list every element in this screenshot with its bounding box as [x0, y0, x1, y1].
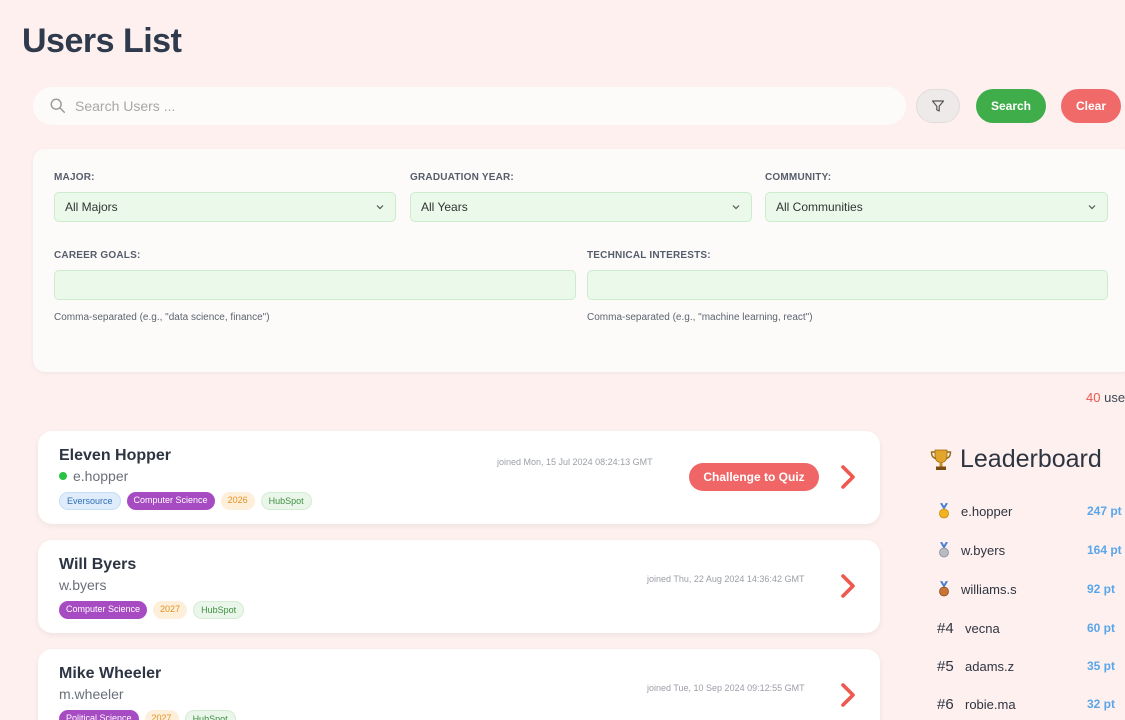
- career-goals-label: CAREER GOALS:: [54, 250, 141, 261]
- user-handle: e.hopper: [59, 468, 128, 484]
- user-name: Will Byers: [59, 556, 137, 573]
- major-label: MAJOR:: [54, 172, 95, 183]
- user-card[interactable]: Will Byers w.byers Computer Science 2027…: [38, 540, 880, 633]
- user-tags: Eversource Computer Science 2026 HubSpot: [59, 492, 312, 510]
- leaderboard-row: williams.s 92 pt: [937, 579, 1125, 599]
- major-select-value: All Majors: [65, 200, 118, 214]
- user-name: Eleven Hopper: [59, 447, 172, 464]
- clear-button[interactable]: Clear: [1061, 89, 1121, 123]
- filter-icon: [931, 100, 945, 112]
- page-title: Users List: [22, 22, 182, 60]
- leaderboard-points: 164 pt: [1087, 543, 1122, 557]
- major-tag: Computer Science: [59, 601, 148, 619]
- leaderboard-points: 60 pt: [1087, 621, 1116, 635]
- chevron-right-icon[interactable]: [838, 464, 858, 490]
- leaderboard-points: 247 pt: [1087, 504, 1122, 518]
- joined-date: joined Mon, 15 Jul 2024 08:24:13 GMT: [497, 457, 653, 467]
- leaderboard-user: williams.s: [961, 581, 1017, 597]
- year-tag: 2027: [144, 710, 179, 720]
- user-card[interactable]: Eleven Hopper e.hopper Eversource Comput…: [38, 431, 880, 524]
- community-select[interactable]: All Communities: [765, 192, 1108, 222]
- joined-date: joined Tue, 10 Sep 2024 09:12:55 GMT: [647, 683, 805, 693]
- filter-panel: MAJOR: All Majors GRADUATION YEAR: All Y…: [33, 149, 1125, 372]
- major-tag: Political Science: [59, 710, 139, 720]
- trophy-icon: [930, 449, 952, 470]
- technical-interests-label: TECHNICAL INTERESTS:: [587, 250, 711, 261]
- company-tag: HubSpot: [260, 492, 312, 510]
- chevron-right-icon[interactable]: [838, 682, 858, 708]
- chevron-down-icon: [1088, 205, 1096, 210]
- search-icon: [50, 98, 66, 114]
- gold-medal-icon: [939, 503, 949, 519]
- leaderboard-rank: #5: [937, 657, 954, 675]
- leaderboard-row: #5 adams.z 35 pt: [937, 656, 1125, 676]
- chevron-down-icon: [732, 205, 740, 210]
- major-tag: Computer Science: [126, 492, 215, 510]
- search-button[interactable]: Search: [976, 89, 1046, 123]
- user-tags: Political Science 2027 HubSpot: [59, 710, 236, 720]
- leaderboard-points: 35 pt: [1087, 659, 1116, 673]
- leaderboard-user: adams.z: [965, 658, 1015, 674]
- community-tag: Eversource: [59, 492, 121, 510]
- leaderboard-row: #6 robie.ma 32 pt: [937, 694, 1125, 714]
- chevron-down-icon: [376, 205, 384, 210]
- leaderboard-user: vecna: [965, 620, 1000, 636]
- joined-date: joined Thu, 22 Aug 2024 14:36:42 GMT: [647, 574, 805, 584]
- silver-medal-icon: [939, 542, 949, 558]
- filter-toggle-button[interactable]: [916, 89, 960, 123]
- users-count-suffix: use: [1104, 390, 1125, 405]
- community-label: COMMUNITY:: [765, 172, 832, 183]
- leaderboard-user: w.byers: [961, 542, 1006, 558]
- user-handle: w.byers: [59, 577, 106, 593]
- user-handle-text: e.hopper: [73, 468, 129, 484]
- users-count-number: 40: [1086, 390, 1101, 405]
- community-select-value: All Communities: [776, 200, 863, 214]
- user-card[interactable]: Mike Wheeler m.wheeler Political Science…: [38, 649, 880, 720]
- company-tag: HubSpot: [184, 710, 236, 720]
- search-bar[interactable]: [33, 87, 906, 125]
- career-goals-hint: Comma-separated (e.g., "data science, fi…: [54, 312, 270, 323]
- leaderboard-row: #4 vecna 60 pt: [937, 618, 1125, 638]
- graduation-year-select-value: All Years: [421, 200, 468, 214]
- leaderboard-title-text: Leaderboard: [960, 445, 1102, 473]
- leaderboard-row: e.hopper 247 pt: [937, 501, 1125, 521]
- user-handle-text: w.byers: [59, 577, 107, 593]
- challenge-to-quiz-button[interactable]: Challenge to Quiz: [689, 463, 819, 491]
- leaderboard-row: w.byers 164 pt: [937, 540, 1125, 560]
- user-handle-text: m.wheeler: [59, 686, 124, 702]
- technical-interests-hint: Comma-separated (e.g., "machine learning…: [587, 312, 813, 323]
- year-tag: 2027: [153, 601, 188, 619]
- graduation-year-select[interactable]: All Years: [410, 192, 752, 222]
- career-goals-input[interactable]: [54, 270, 576, 300]
- leaderboard-user: robie.ma: [965, 696, 1016, 712]
- major-select[interactable]: All Majors: [54, 192, 396, 222]
- leaderboard-points: 92 pt: [1087, 582, 1116, 596]
- leaderboard-rank: #4: [937, 619, 954, 637]
- bronze-medal-icon: [939, 581, 949, 597]
- technical-interests-input[interactable]: [587, 270, 1108, 300]
- user-name: Mike Wheeler: [59, 665, 162, 682]
- user-handle: m.wheeler: [59, 686, 124, 702]
- chevron-right-icon[interactable]: [838, 573, 858, 599]
- online-status-icon: [59, 472, 67, 480]
- year-tag: 2026: [220, 492, 255, 510]
- search-input[interactable]: [75, 98, 855, 114]
- leaderboard-user: e.hopper: [961, 503, 1013, 519]
- user-tags: Computer Science 2027 HubSpot: [59, 601, 245, 619]
- leaderboard-rank: #6: [937, 695, 954, 713]
- graduation-year-label: GRADUATION YEAR:: [410, 172, 514, 183]
- users-count: 40 use: [1086, 390, 1125, 405]
- leaderboard-points: 32 pt: [1087, 697, 1116, 711]
- leaderboard-title: Leaderboard: [928, 445, 1102, 474]
- company-tag: HubSpot: [193, 601, 245, 619]
